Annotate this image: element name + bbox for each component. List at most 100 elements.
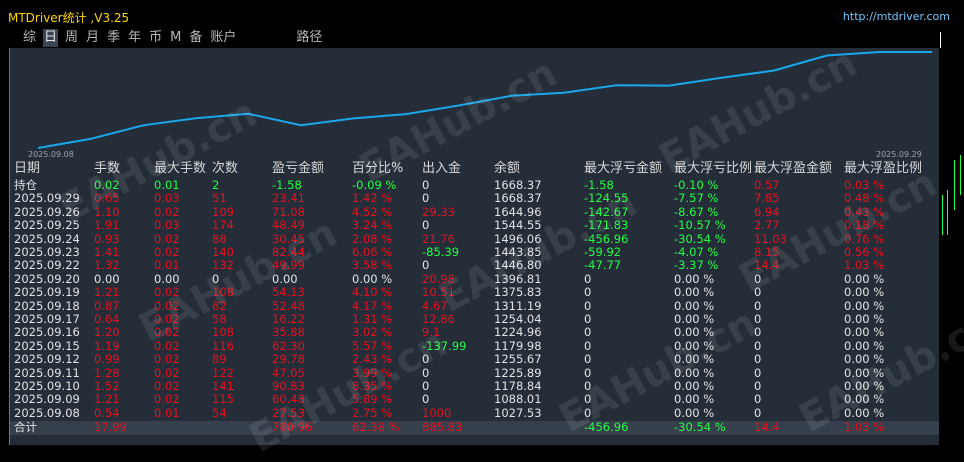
table-cell: 0.48 %: [844, 191, 885, 206]
table-row: 2025.09.10 1.52 0.02 141 90.83 8.35 % 0 1178.84…: [10, 380, 939, 393]
tab-10[interactable]: 路径: [295, 29, 323, 47]
table-cell: 2025.09.23: [14, 245, 80, 259]
table-cell: 1000: [422, 405, 452, 420]
tab-9[interactable]: 账户: [209, 29, 237, 47]
column-header: 出入金: [422, 161, 462, 176]
table-cell: 0: [584, 338, 592, 353]
table-cell: 1.10: [94, 204, 120, 219]
table-cell: 1544.55: [494, 218, 542, 233]
table-cell: 0.00 %: [844, 352, 885, 367]
app-url[interactable]: http://mtdriver.com: [843, 10, 950, 23]
table-cell: 0: [754, 352, 762, 367]
table-cell: 0.00 %: [674, 392, 715, 407]
table-cell: 0.64: [94, 312, 120, 326]
tab-3[interactable]: 月: [85, 29, 100, 47]
table-cell: 0: [422, 258, 430, 273]
table-row: 2025.09.08 0.54 0.01 54 27.53 2.75 % 1000 1027.…: [10, 405, 939, 420]
table-row: 2025.09.24 0.93 0.02 88 30.45 2.08 % 21.76 1496…: [10, 231, 939, 246]
table-cell: 0.02: [154, 338, 180, 353]
tab-5[interactable]: 年: [127, 29, 142, 47]
table-cell: 0.00 %: [844, 338, 885, 353]
column-header: 最大浮盈金额: [754, 161, 833, 176]
table-cell: 47.05: [272, 365, 305, 380]
table-row: 2025.09.11 1.28 0.02 122 47.05 3.99 % 0 1225.89…: [10, 365, 939, 380]
table-cell: 0.56 %: [844, 245, 885, 259]
table-cell: 1225.89: [494, 365, 542, 380]
table-cell: 2025.09.20: [14, 271, 80, 286]
table-cell: 21.76: [422, 231, 455, 246]
table-cell: 0.00 %: [674, 312, 715, 326]
table-cell: 0: [754, 325, 762, 340]
table-cell: 0.01: [154, 405, 180, 420]
table-cell: 2025.09.11: [14, 365, 80, 380]
table-cell: 2025.09.29: [14, 191, 80, 206]
table-cell: -10.57 %: [674, 218, 726, 233]
table-cell: 1.28: [94, 365, 120, 380]
table-cell: 0.03: [154, 218, 180, 233]
table-cell: 3.58 %: [352, 258, 393, 273]
table-cell: 82: [212, 298, 227, 313]
column-header: 次数: [212, 161, 239, 176]
total-cell: 14.4: [754, 420, 780, 435]
total-cell: 780.96: [272, 420, 313, 435]
table-cell: 0: [212, 271, 220, 286]
table-cell: 0.00: [272, 271, 298, 286]
table-cell: 0.87: [94, 298, 120, 313]
table-row: 2025.09.22 1.32 0.01 132 49.99 3.58 % 0 1446.80…: [10, 259, 939, 272]
tab-2[interactable]: 周: [64, 29, 79, 47]
table-cell: 0.02: [94, 178, 120, 192]
table-cell: 2025.09.12: [14, 352, 80, 367]
table-cell: 14.4: [754, 258, 780, 273]
table-cell: 0: [422, 191, 430, 206]
table-cell: 6.94: [754, 204, 780, 219]
table-cell: 1.20: [94, 325, 120, 340]
total-row: 合计 17.99 780.96 62.38 % 885.83 -456.96 -30.54 …: [10, 420, 939, 436]
table-cell: -142.67: [584, 204, 629, 219]
tab-6[interactable]: 币: [148, 29, 163, 47]
table-row: 2025.09.17 0.64 0.02 58 16.22 1.31 % 12.86 1254…: [10, 313, 939, 326]
table-cell: 2025.09.18: [14, 298, 80, 313]
table-cell: 1224.96: [494, 325, 542, 340]
table-cell: 1644.96: [494, 204, 542, 219]
table-cell: 0.00 %: [844, 325, 885, 340]
table-cell: 108: [212, 325, 234, 340]
table-cell: 0.00 %: [844, 298, 885, 313]
table-header: 日期 手数 最大手数 次数 盈亏金额 百分比% 出入金 余额 最大浮亏金额 最大浮亏比例 最大浮盈金…: [10, 162, 939, 178]
tab-8[interactable]: 备: [188, 29, 203, 47]
table-cell: 0.02: [154, 365, 180, 380]
table-cell: 141: [212, 379, 234, 393]
tab-7[interactable]: M: [169, 29, 182, 47]
tab-1[interactable]: 日: [43, 29, 59, 47]
table-cell: 1396.81: [494, 271, 542, 286]
tab-4[interactable]: 季: [106, 29, 121, 47]
table-cell: 0: [422, 365, 430, 380]
table-row: 2025.09.12 0.99 0.02 89 29.78 2.43 % 0 1255.67 0…: [10, 353, 939, 366]
table-cell: -0.10 %: [674, 178, 719, 192]
table-row: 2025.09.18 0.87 0.02 82 52.48 4.17 % 4.67 1311.…: [10, 298, 939, 313]
table-cell: 62.30: [272, 338, 305, 353]
table-cell: 2025.09.26: [14, 204, 80, 219]
table-cell: 89: [212, 352, 227, 367]
table-cell: 11.03: [754, 231, 787, 246]
table-cell: 0.00 %: [844, 312, 885, 326]
table-cell: 持仓: [14, 178, 37, 192]
table-cell: 1179.98: [494, 338, 542, 353]
table-cell: 29.78: [272, 352, 305, 367]
table-cell: 9.1: [422, 325, 441, 340]
table-cell: 82.44: [272, 245, 305, 259]
table-cell: 23.41: [272, 191, 305, 206]
table-cell: 6.06 %: [352, 245, 393, 259]
tab-0[interactable]: 综: [22, 29, 37, 47]
table-cell: 1496.06: [494, 231, 542, 246]
table-cell: 0: [754, 365, 762, 380]
table-cell: 1027.53: [494, 405, 542, 420]
table-cell: 0: [422, 392, 430, 407]
column-header: 盈亏金额: [272, 161, 325, 176]
table-cell: 0.99: [94, 352, 120, 367]
table-cell: 2025.09.19: [14, 285, 80, 300]
table-cell: -456.96: [584, 231, 629, 246]
table-cell: 1.52: [94, 379, 120, 393]
table-cell: -124.55: [584, 191, 629, 206]
x-start-label: 2025.09.08: [28, 150, 74, 159]
table-cell: 0: [754, 298, 762, 313]
